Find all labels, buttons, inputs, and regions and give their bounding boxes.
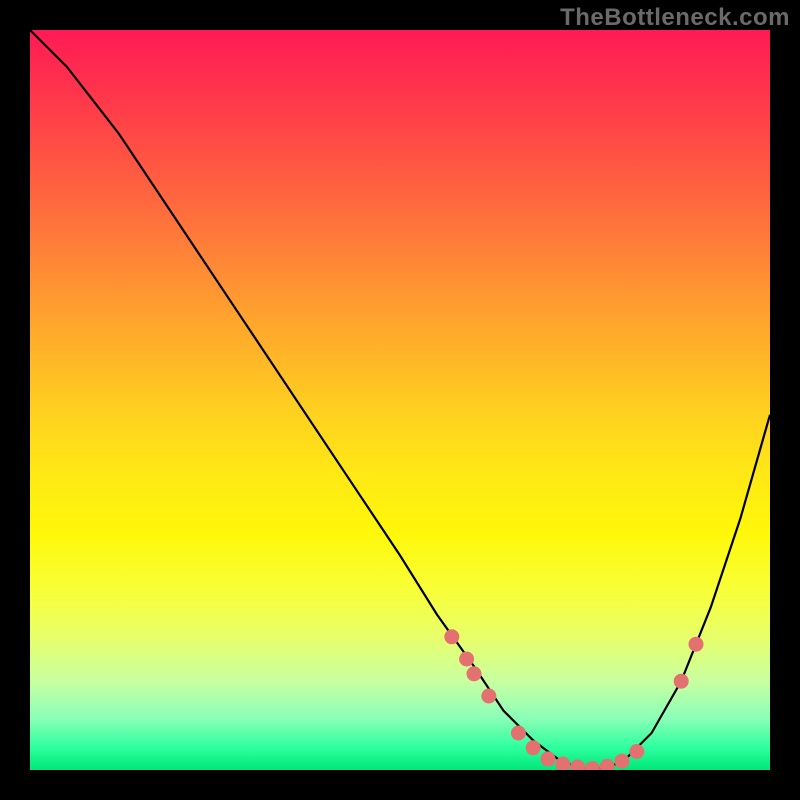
data-marker [444,629,459,644]
data-marker [541,751,556,766]
data-marker [526,740,541,755]
data-marker [689,637,704,652]
chart-svg [30,30,770,770]
data-marker [511,726,526,741]
chart-frame: TheBottleneck.com [0,0,800,800]
curve-line [30,30,770,770]
data-marker [467,666,482,681]
data-marker [570,760,585,771]
marker-group [444,629,703,770]
data-marker [585,761,600,770]
data-marker [615,754,630,769]
data-marker [600,759,615,770]
plot-area [30,30,770,770]
data-marker [481,689,496,704]
data-marker [629,744,644,759]
data-marker [459,652,474,667]
watermark-text: TheBottleneck.com [560,4,790,32]
data-marker [674,674,689,689]
